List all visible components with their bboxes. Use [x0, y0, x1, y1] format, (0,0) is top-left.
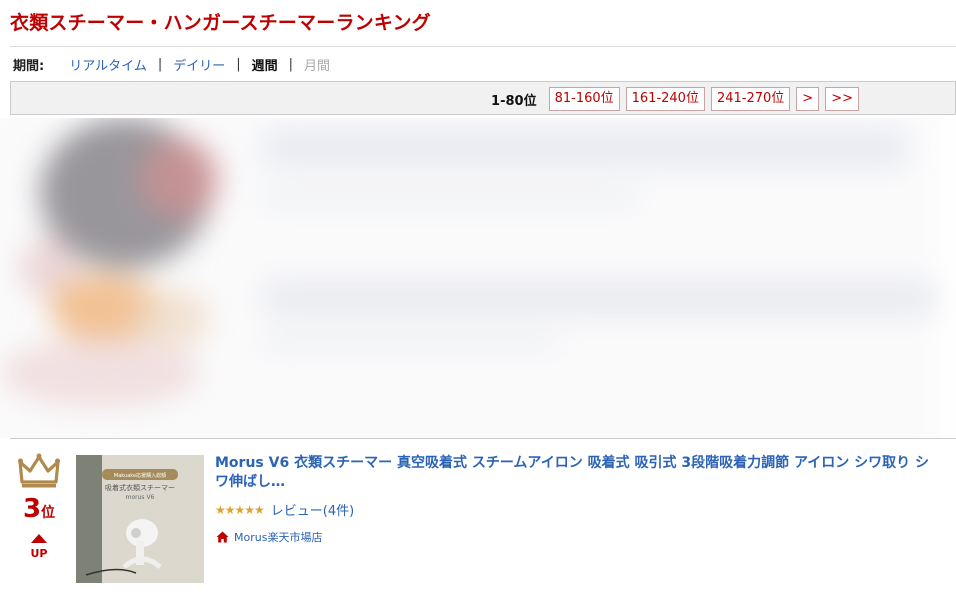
page-title: 衣類スチーマー・ハンガースチーマーランキング [10, 12, 431, 34]
product-title-link[interactable]: Morus V6 衣類スチーマー 真空吸着式 スチームアイロン 吸着式 吸引式 … [215, 454, 940, 492]
separator: | [157, 57, 163, 72]
rank-badge: 3位 UP [14, 452, 64, 560]
period-label: 期間: [13, 59, 45, 74]
period-monthly-disabled: 月間 [304, 59, 331, 74]
thumb-caption: 吸着式衣類スチーマー [105, 483, 175, 492]
shop-home-icon [216, 531, 229, 543]
rank-number: 3位 [22, 494, 56, 524]
shop-info: Morus楽天市場店 [216, 529, 322, 545]
divider [10, 438, 956, 439]
separator: | [288, 57, 294, 72]
pagination: 1-80位 81-160位 161-240位 241-270位 > >> [491, 87, 859, 111]
divider [10, 46, 956, 47]
product-thumbnail[interactable]: Makuake応援購入総額 吸着式衣類スチーマー morus V6 [76, 455, 204, 583]
product-review: ★★★★★ レビュー(4件) [215, 500, 354, 520]
rank-change-label: UP [30, 547, 48, 560]
next-page-button[interactable]: > [796, 87, 820, 111]
pagination-bar: 1-80位 81-160位 161-240位 241-270位 > >> [10, 81, 956, 115]
page-link-161-240[interactable]: 161-240位 [625, 87, 705, 111]
review-link[interactable]: レビュー(4件) [271, 500, 354, 519]
current-page-range: 1-80位 [491, 93, 537, 109]
page-link-81-160[interactable]: 81-160位 [548, 87, 620, 111]
crown-icon [18, 453, 60, 488]
period-daily-link[interactable]: デイリー [173, 55, 225, 74]
blurred-ranking-items [0, 118, 956, 438]
shop-link[interactable]: Morus楽天市場店 [234, 529, 322, 545]
period-realtime-link[interactable]: リアルタイム [69, 55, 147, 74]
rating-stars: ★★★★★ [215, 502, 265, 517]
up-arrow-icon [31, 534, 47, 543]
period-selector: 期間: リアルタイム | デイリー | 週間 | 月間 [13, 55, 330, 74]
last-page-button[interactable]: >> [825, 87, 859, 111]
rank-up-indicator: UP [14, 534, 64, 560]
period-weekly-current: 週間 [251, 59, 278, 74]
thumb-model: morus V6 [126, 494, 155, 501]
page-link-241-270[interactable]: 241-270位 [710, 87, 791, 111]
thumb-badge: Makuake応援購入総額 [114, 472, 166, 479]
separator: | [236, 57, 241, 72]
